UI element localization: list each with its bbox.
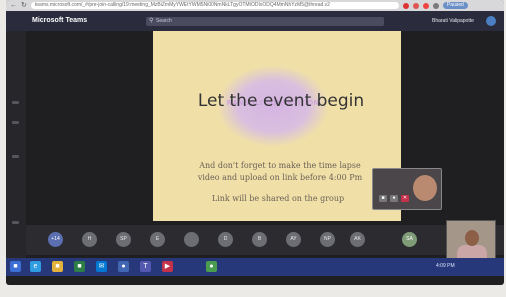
avatar[interactable]: [486, 16, 496, 26]
app-icon[interactable]: ●: [118, 261, 129, 272]
windows-taskbar: ■ e ■ ■ ✉ ● T ▶ ● 4:09 PM: [6, 258, 504, 276]
system-clock[interactable]: 4:09 PM: [436, 263, 455, 269]
rail-item[interactable]: [12, 221, 19, 224]
extension-icon[interactable]: [402, 2, 409, 9]
monitor-screen: ← ↻ teams.microsoft.com/_#/pre-join-call…: [6, 0, 504, 285]
app-title: Microsoft Teams: [32, 17, 88, 24]
slide-note-line: And don't forget to make the time lapse: [199, 161, 361, 170]
rail-item[interactable]: [12, 121, 19, 124]
chrome-icon[interactable]: ●: [206, 261, 217, 272]
participant-avatar[interactable]: E: [150, 232, 165, 247]
participant-avatar[interactable]: [184, 232, 199, 247]
participant-avatar[interactable]: NP: [320, 232, 335, 247]
search-icon: ⚲: [149, 18, 154, 24]
search-placeholder: Search: [156, 18, 172, 24]
browser-icon[interactable]: e: [30, 261, 41, 272]
extension-icon[interactable]: [412, 2, 419, 9]
preview-controls: ■ ● ✕: [379, 195, 409, 202]
participant-avatar[interactable]: AK: [350, 232, 365, 247]
hangup-icon[interactable]: ✕: [401, 195, 409, 202]
slide-link-note: Link will be shared on the group: [211, 194, 345, 203]
user-name: Bharati Valipapotte: [432, 18, 474, 24]
mic-icon[interactable]: ●: [390, 195, 398, 202]
slide-note-line: video and upload on link before 4:00 Pm: [197, 173, 363, 182]
participant-strip: +14 H SP E D B AY NP AK SA: [26, 225, 504, 255]
profile-button[interactable]: Paused: [442, 2, 468, 9]
rail-item[interactable]: [12, 155, 19, 158]
participant-video-tile[interactable]: [446, 220, 496, 260]
self-video-face: [413, 175, 437, 201]
browser-toolbar: ← ↻ teams.microsoft.com/_#/pre-join-call…: [6, 0, 504, 11]
camera-icon[interactable]: ■: [379, 195, 387, 202]
media-icon[interactable]: ▶: [162, 261, 173, 272]
self-video-preview[interactable]: ■ ● ✕: [372, 168, 442, 210]
participant-avatar[interactable]: SP: [116, 232, 131, 247]
puzzle-icon[interactable]: [432, 2, 439, 9]
folder-icon[interactable]: ■: [52, 261, 63, 272]
teams-icon[interactable]: T: [140, 261, 151, 272]
address-bar[interactable]: teams.microsoft.com/_#/pre-join-calling/…: [30, 2, 399, 9]
participant-avatar[interactable]: +14: [48, 232, 63, 247]
extension-icon[interactable]: [422, 2, 429, 9]
search-input[interactable]: ⚲ Search: [146, 17, 384, 26]
rail-item[interactable]: [12, 101, 19, 104]
mail-icon[interactable]: ✉: [96, 261, 107, 272]
back-icon[interactable]: ←: [10, 0, 17, 11]
teams-header: Microsoft Teams ⚲ Search Bharati Valipap…: [6, 11, 504, 31]
participant-avatar[interactable]: B: [252, 232, 267, 247]
participant-avatar[interactable]: D: [218, 232, 233, 247]
shared-slide: RANGOLI COMPETITION Let the event begin …: [153, 31, 401, 221]
participant-avatar[interactable]: H: [82, 232, 97, 247]
slide-note: And don't forget to make the time lapse …: [165, 160, 395, 184]
reload-icon[interactable]: ↻: [21, 0, 27, 11]
start-icon[interactable]: ■: [10, 261, 21, 272]
store-icon[interactable]: ■: [74, 261, 85, 272]
participant-video-face: [465, 230, 479, 246]
participant-avatar[interactable]: AY: [286, 232, 301, 247]
participant-avatar[interactable]: SA: [402, 232, 417, 247]
left-app-rail: [6, 31, 26, 263]
slide-title: Let the event begin: [197, 91, 365, 111]
